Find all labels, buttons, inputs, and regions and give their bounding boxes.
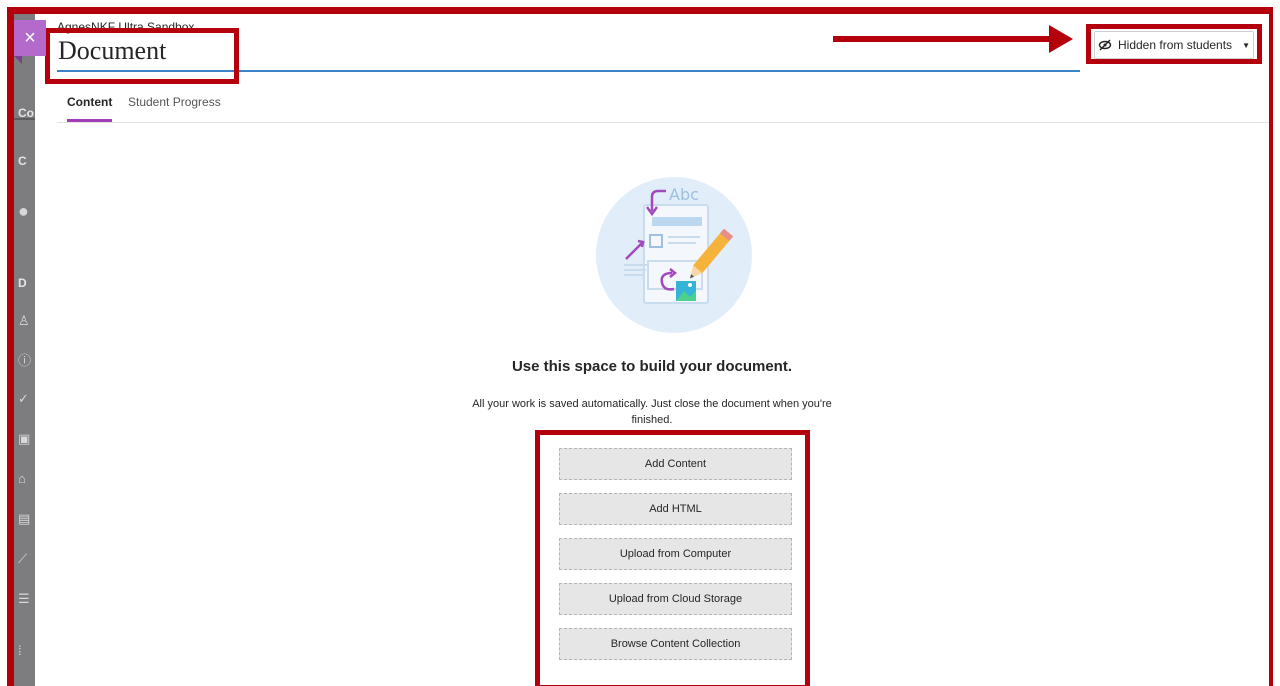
visibility-dropdown-button[interactable]: Hidden from students ▼ xyxy=(1094,31,1254,59)
check-circle-icon: ✓ xyxy=(18,391,29,406)
info-icon: ⓘ xyxy=(18,353,32,368)
divider xyxy=(14,118,35,120)
close-button[interactable]: × xyxy=(14,20,46,64)
tab-student-progress[interactable]: Student Progress xyxy=(128,95,221,119)
caret-down-icon: ▼ xyxy=(1242,40,1250,50)
illustration-text: Abc xyxy=(669,185,699,204)
visibility-label: Hidden from students xyxy=(1118,38,1233,52)
document-illustration: Abc xyxy=(596,177,752,333)
empty-state-heading: Use this space to build your document. xyxy=(511,358,793,375)
list-icon: ☰ xyxy=(18,591,30,606)
avatar: ● xyxy=(18,201,29,221)
upload-from-computer-button[interactable]: Upload from Computer xyxy=(559,538,792,570)
document-panel: AgnesNKF Ultra Sandbox Document Hidden f… xyxy=(35,14,1269,686)
background-text: C xyxy=(18,154,27,168)
content-actions: Add Content Add HTML Upload from Compute… xyxy=(559,448,792,673)
tools-icon: ⟋ xyxy=(18,551,28,566)
dashed-box-icon: ⁞ xyxy=(18,643,22,658)
browse-content-collection-button[interactable]: Browse Content Collection xyxy=(559,628,792,660)
image-icon: ▣ xyxy=(18,431,31,446)
background-text: D xyxy=(18,276,27,290)
add-html-button[interactable]: Add HTML xyxy=(559,493,792,525)
gradebook-icon: ▤ xyxy=(18,511,31,526)
empty-state-description: All your work is saved automatically. Ju… xyxy=(35,396,1269,428)
tab-content[interactable]: Content xyxy=(67,95,113,122)
course-name: AgnesNKF Ultra Sandbox xyxy=(57,20,195,34)
lock-icon: ⌂ xyxy=(18,471,26,486)
person-icon: ♙ xyxy=(18,313,30,328)
background-course-sidebar: Co C ● D ♙ ⓘ ✓ ▣ ⌂ ▤ ⟋ ☰ ⁞ xyxy=(14,14,35,686)
upload-from-cloud-storage-button[interactable]: Upload from Cloud Storage xyxy=(559,583,792,615)
eye-slash-icon xyxy=(1098,39,1112,51)
add-content-button[interactable]: Add Content xyxy=(559,448,792,480)
annotation-arrow-line xyxy=(833,36,1055,42)
tab-bar: Content Student Progress xyxy=(57,84,1269,123)
description-line-1: All your work is saved automatically. Ju… xyxy=(472,398,832,410)
description-line-2: finished. xyxy=(631,414,673,426)
annotation-arrow-head xyxy=(1049,25,1073,53)
